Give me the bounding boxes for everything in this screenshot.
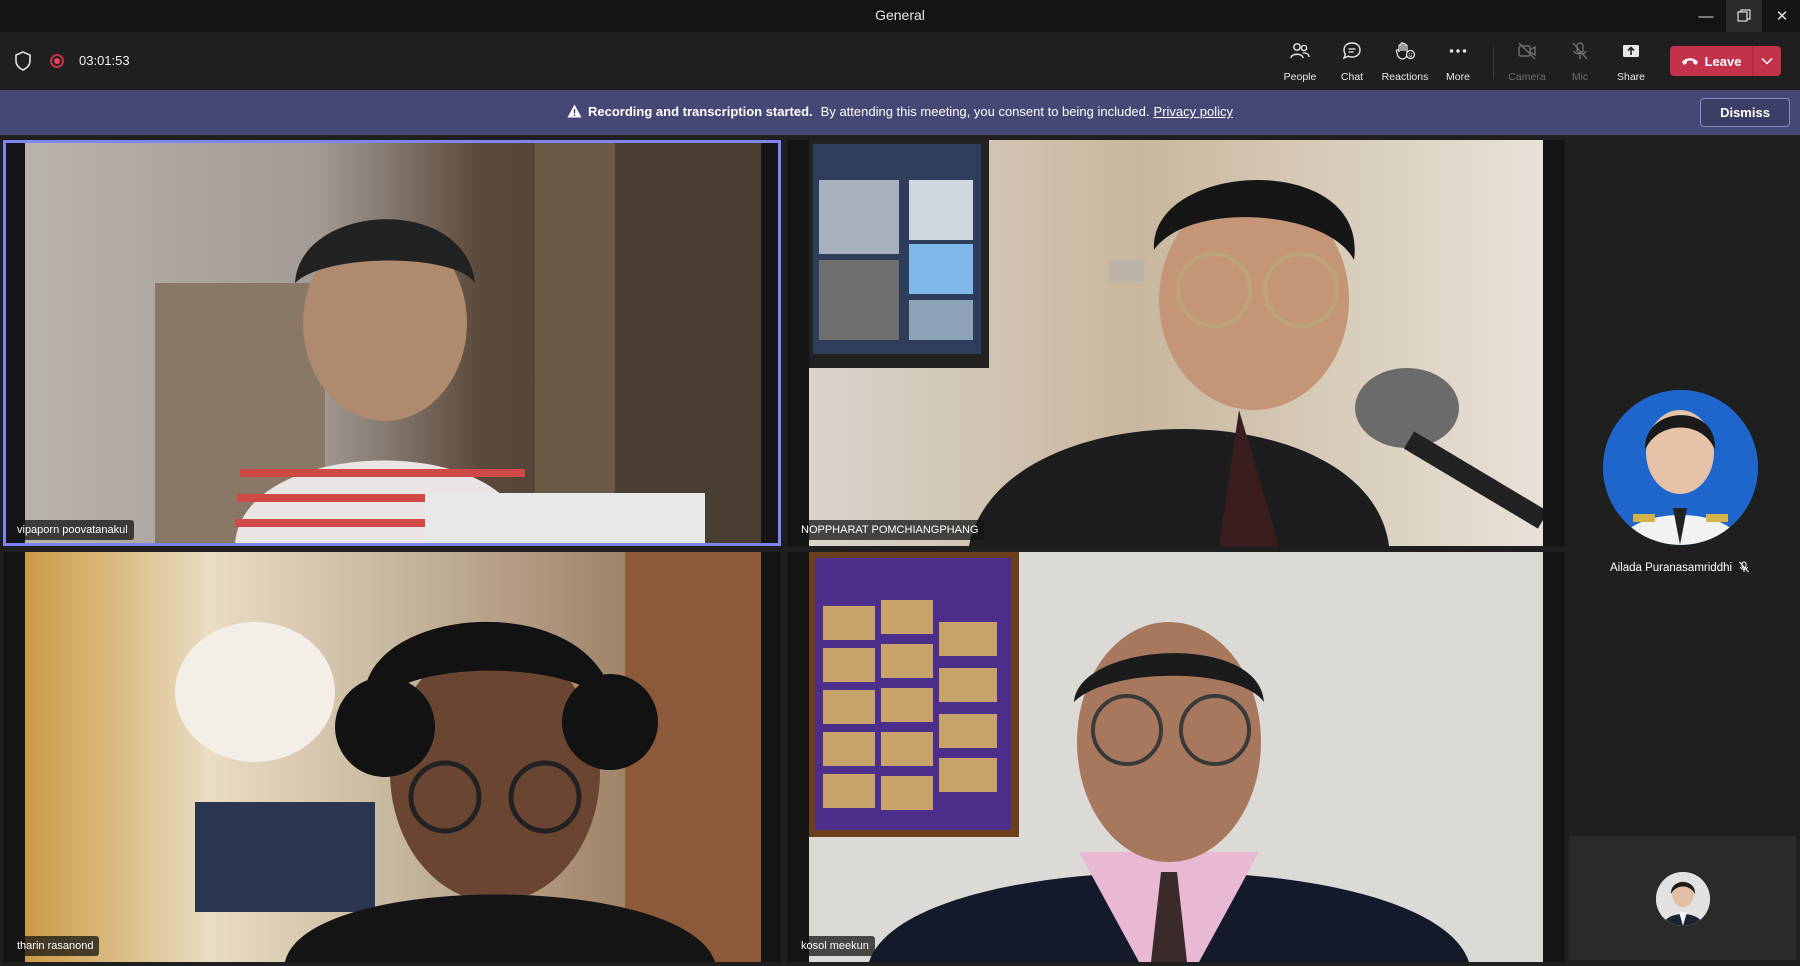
privacy-policy-link[interactable]: Privacy policy bbox=[1154, 104, 1233, 119]
participant-video bbox=[809, 552, 1543, 962]
participant-tile[interactable]: vipaporn poovatanakul bbox=[3, 140, 781, 546]
mic-button[interactable]: Mic bbox=[1552, 40, 1608, 84]
camera-label: Camera bbox=[1508, 71, 1546, 83]
mic-label: Mic bbox=[1571, 71, 1589, 83]
participant-name: kosol meekun bbox=[795, 936, 875, 956]
self-view[interactable] bbox=[1569, 836, 1796, 960]
mic-off-icon bbox=[1569, 40, 1591, 67]
participant-tile[interactable]: kosol meekun bbox=[787, 552, 1565, 962]
leave-label: Leave bbox=[1704, 53, 1742, 69]
leave-button-group: Leave bbox=[1670, 46, 1781, 76]
chevron-down-icon bbox=[1761, 52, 1773, 70]
dismiss-button[interactable]: Dismiss bbox=[1700, 98, 1790, 127]
more-button[interactable]: More bbox=[1430, 40, 1486, 84]
shield-icon bbox=[14, 51, 32, 76]
side-participant[interactable] bbox=[1570, 390, 1790, 590]
leave-button[interactable]: Leave bbox=[1670, 46, 1752, 76]
reactions-label: Reactions bbox=[1381, 71, 1429, 83]
banner-title: Recording and transcription started. bbox=[588, 104, 813, 119]
camera-off-icon bbox=[1516, 40, 1538, 67]
hang-up-icon bbox=[1681, 54, 1699, 69]
chat-icon bbox=[1341, 40, 1363, 67]
mic-off-icon bbox=[1738, 561, 1750, 576]
recording-banner: Recording and transcription started. By a… bbox=[0, 90, 1800, 135]
people-label: People bbox=[1283, 71, 1317, 83]
reactions-button[interactable]: Reactions bbox=[1377, 40, 1433, 84]
participant-video bbox=[809, 140, 1543, 546]
avatar bbox=[1603, 390, 1758, 545]
more-icon bbox=[1447, 40, 1469, 67]
participant-video bbox=[25, 143, 761, 543]
participant-tile[interactable]: tharin rasanond bbox=[3, 552, 781, 962]
camera-button[interactable]: Camera bbox=[1499, 40, 1555, 84]
meeting-toolbar: 03:01:53 People Chat Reactions More Came… bbox=[0, 32, 1800, 90]
video-stage: vipaporn poovatanakul NOPPHARAT POMCHIAN… bbox=[0, 135, 1800, 966]
side-participant-name-row: Ailada Puranasamriddhi bbox=[1570, 561, 1790, 576]
banner-message: Recording and transcription started. By a… bbox=[0, 104, 1800, 121]
people-button[interactable]: People bbox=[1272, 40, 1328, 84]
reactions-icon bbox=[1394, 40, 1416, 67]
restore-icon[interactable] bbox=[1726, 0, 1762, 32]
participant-tile[interactable]: NOPPHARAT POMCHIANGPHANG bbox=[787, 140, 1565, 546]
self-avatar bbox=[1656, 872, 1710, 926]
participant-name: tharin rasanond bbox=[11, 936, 100, 956]
recording-icon bbox=[50, 54, 64, 68]
chat-label: Chat bbox=[1340, 71, 1364, 83]
minimize-icon[interactable]: — bbox=[1688, 0, 1724, 32]
title-bar: General — ✕ bbox=[0, 0, 1800, 32]
chat-button[interactable]: Chat bbox=[1324, 40, 1380, 84]
banner-text: By attending this meeting, you consent t… bbox=[820, 104, 1150, 119]
participant-name: vipaporn poovatanakul bbox=[11, 520, 134, 540]
people-icon bbox=[1289, 40, 1311, 67]
leave-options-button[interactable] bbox=[1753, 46, 1781, 76]
more-label: More bbox=[1446, 71, 1470, 83]
share-button[interactable]: Share bbox=[1603, 40, 1659, 84]
meeting-timer: 03:01:53 bbox=[79, 53, 130, 68]
warning-icon bbox=[567, 104, 582, 121]
window-title: General bbox=[875, 7, 925, 23]
share-icon bbox=[1620, 40, 1642, 67]
participant-name: NOPPHARAT POMCHIANGPHANG bbox=[795, 520, 985, 540]
close-icon[interactable]: ✕ bbox=[1764, 0, 1800, 32]
share-label: Share bbox=[1616, 71, 1646, 83]
side-participant-name: Ailada Puranasamriddhi bbox=[1609, 562, 1733, 574]
toolbar-divider bbox=[1493, 47, 1494, 79]
participant-video bbox=[25, 552, 761, 962]
